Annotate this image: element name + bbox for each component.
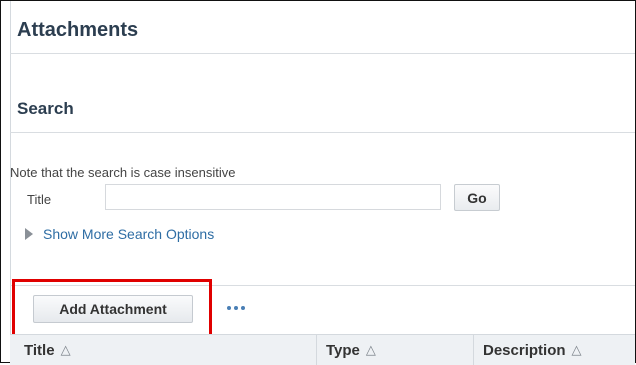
table-header: Title △ Type △ Description △ <box>10 334 635 365</box>
column-header-description[interactable]: Description △ <box>474 335 636 365</box>
search-note: Note that the search is case insensitive <box>10 165 236 180</box>
title-divider <box>10 53 635 54</box>
title-field-label: Title <box>27 192 52 207</box>
show-more-search-options-label: Show More Search Options <box>43 226 215 242</box>
column-header-type[interactable]: Type △ <box>317 335 474 365</box>
show-more-search-options-link[interactable]: Show More Search Options <box>25 226 214 242</box>
add-attachment-button[interactable]: Add Attachment <box>33 295 193 323</box>
toolbar-divider <box>10 285 635 286</box>
page-title: Attachments <box>17 19 139 41</box>
column-header-label: Type <box>326 341 360 359</box>
column-header-label: Description <box>483 341 566 359</box>
title-search-input[interactable] <box>105 184 441 210</box>
search-section-title: Search <box>17 99 74 118</box>
attachments-page: Attachments Search Note that the search … <box>0 0 636 365</box>
sort-ascending-icon[interactable]: △ <box>61 342 71 358</box>
column-header-title[interactable]: Title △ <box>10 335 317 365</box>
ellipsis-icon[interactable] <box>222 301 250 315</box>
column-header-label: Title <box>24 341 55 359</box>
go-button[interactable]: Go <box>454 184 500 211</box>
sort-ascending-icon[interactable]: △ <box>366 342 376 358</box>
search-divider <box>10 132 635 133</box>
sort-ascending-icon[interactable]: △ <box>572 342 582 358</box>
disclosure-triangle-icon <box>25 228 33 240</box>
